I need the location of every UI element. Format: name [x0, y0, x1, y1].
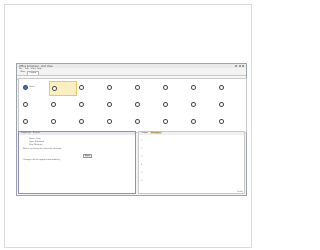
circle-icon: [191, 84, 196, 90]
circle-icon: [107, 118, 112, 124]
grid-cell[interactable]: [161, 115, 189, 130]
status-text: Ready: [237, 190, 243, 193]
circle-icon: [219, 84, 224, 90]
circle-icon: [23, 101, 28, 107]
grid-cell[interactable]: [217, 115, 245, 130]
property-line: Size: Medium: [29, 144, 43, 146]
line-number: 1: [141, 140, 143, 142]
circle-icon: [51, 118, 56, 124]
circle-icon: [79, 101, 84, 107]
grid-cell[interactable]: [161, 98, 189, 113]
grid-cell-selected[interactable]: [49, 80, 77, 96]
tab-properties[interactable]: Properties: [21, 132, 31, 134]
tab-messages[interactable]: Messages: [150, 132, 162, 135]
screenshot-frame: Office Scheduler - Grid View File Edit V…: [4, 4, 252, 248]
grid-cell[interactable]: [161, 81, 189, 96]
minimize-button[interactable]: [235, 64, 238, 67]
properties-footer: Changes will be applied immediately: [23, 159, 60, 161]
grid-cell[interactable]: [133, 98, 161, 113]
circle-icon: [79, 84, 84, 90]
circle-icon: [79, 118, 84, 124]
circle-icon: [191, 118, 196, 124]
circle-icon: [163, 84, 168, 90]
grid-cell[interactable]: [77, 98, 105, 113]
property-line: Type: Standard: [29, 141, 45, 143]
circle-icon: [23, 84, 28, 90]
grid-cell[interactable]: Name: [21, 81, 49, 96]
cell-label: Name: [29, 85, 35, 88]
grid-cell[interactable]: [189, 115, 217, 130]
circle-icon: [163, 118, 168, 124]
circle-icon: [163, 101, 168, 107]
tab-output[interactable]: Output: [141, 132, 148, 134]
circle-icon: [51, 101, 56, 107]
close-button[interactable]: [242, 64, 245, 67]
property-line: Notes: no items are currently selected: [23, 148, 62, 150]
circle-icon: [52, 85, 57, 91]
grid-cell[interactable]: [77, 115, 105, 130]
line-number: 3: [141, 156, 143, 158]
grid-cell[interactable]: [189, 81, 217, 96]
maximize-button[interactable]: [238, 64, 241, 67]
grid-cell[interactable]: [105, 115, 133, 130]
properties-panel: Properties Events Name: Item Type: Stand…: [18, 131, 136, 194]
grid-cell[interactable]: [77, 81, 105, 96]
circle-icon: [219, 118, 224, 124]
grid-cell[interactable]: [105, 98, 133, 113]
grid-cell[interactable]: [49, 115, 77, 130]
grid-cell[interactable]: [133, 115, 161, 130]
output-panel: Output Messages 1 2 3 4 5 6 Ready: [138, 131, 245, 194]
circle-icon: [107, 84, 112, 90]
circle-icon: [135, 101, 140, 107]
circle-icon: [191, 101, 196, 107]
grid-cell[interactable]: [21, 98, 49, 113]
grid-cell[interactable]: [189, 98, 217, 113]
circle-icon: [107, 101, 112, 107]
line-number: 5: [141, 172, 143, 174]
grid-cell[interactable]: [217, 98, 245, 113]
circle-icon: [135, 84, 140, 90]
line-number: 4: [141, 164, 143, 166]
circle-icon: [135, 118, 140, 124]
grid-cell[interactable]: [49, 98, 77, 113]
property-line: Name: Item: [29, 138, 41, 140]
output-panel-header: Output Messages: [139, 132, 244, 135]
line-number: 2: [141, 148, 143, 150]
apply-button[interactable]: Apply: [83, 154, 93, 158]
properties-panel-header: Properties Events: [19, 132, 135, 135]
grid-cell[interactable]: [105, 81, 133, 96]
line-number: 6: [141, 180, 143, 182]
grid-cell[interactable]: [21, 115, 49, 130]
circle-icon: [219, 101, 224, 107]
grid-cell[interactable]: [133, 81, 161, 96]
circle-icon: [23, 118, 28, 124]
tab-events[interactable]: Events: [33, 132, 40, 134]
app-window: Office Scheduler - Grid View File Edit V…: [16, 63, 247, 196]
grid-canvas: Name: [18, 77, 247, 133]
grid-cell[interactable]: [217, 81, 245, 96]
